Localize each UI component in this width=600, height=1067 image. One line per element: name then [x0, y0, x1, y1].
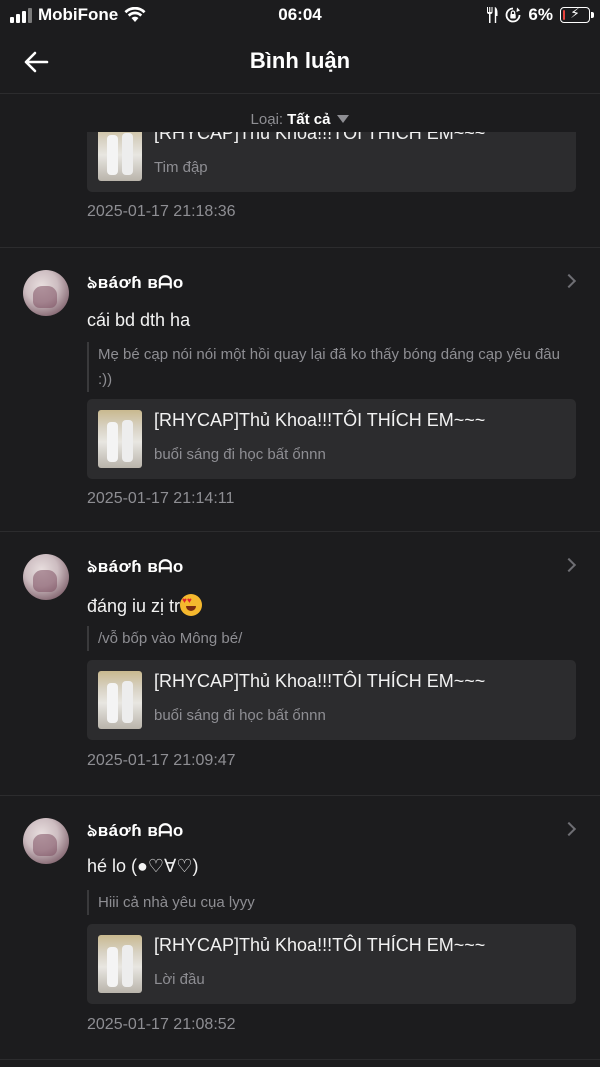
filter-label: Loại:: [250, 110, 284, 128]
comment-list[interactable]: [RHYCAP]Thủ Khoa!!!TÔI THÍCH EM~~~ Tim đ…: [0, 132, 600, 1067]
video-thumbnail: [98, 671, 142, 729]
comment-text: đáng iu zị tr: [87, 594, 203, 617]
video-card[interactable]: [RHYCAP]Thủ Khoa!!!TÔI THÍCH EM~~~ buổi …: [87, 399, 576, 479]
comment-item[interactable]: ঌʙáơɦ ʙᗩo đáng iu zị tr /vỗ bốp vào Mông…: [0, 532, 600, 796]
avatar[interactable]: [23, 270, 69, 316]
comment-timestamp: 2025-01-17 21:09:47: [87, 752, 236, 769]
comment-timestamp: 2025-01-17 21:14:11: [87, 490, 235, 507]
video-title: [RHYCAP]Thủ Khoa!!!TÔI THÍCH EM~~~: [154, 671, 486, 691]
filter-value: Tất cả: [287, 110, 331, 128]
video-subtitle: Tim đập: [154, 159, 208, 176]
status-bar: MobiFone 06:04 6% ⚡: [0, 0, 600, 32]
caret-down-icon: [337, 115, 350, 123]
video-thumbnail: [98, 410, 142, 468]
video-title: [RHYCAP]Thủ Khoa!!!TÔI THÍCH EM~~~: [154, 132, 486, 143]
video-card[interactable]: [RHYCAP]Thủ Khoa!!!TÔI THÍCH EM~~~ Tim đ…: [87, 132, 576, 192]
video-subtitle: Lời đầu: [154, 971, 205, 988]
comment-timestamp: 2025-01-17 21:18:36: [87, 203, 236, 220]
comment-timestamp: 2025-01-17 21:08:52: [87, 1016, 236, 1033]
comment-text-content: đáng iu zị tr: [87, 596, 181, 616]
username[interactable]: ঌʙáơɦ ʙᗩo: [87, 818, 184, 846]
video-title: [RHYCAP]Thủ Khoa!!!TÔI THÍCH EM~~~: [154, 935, 486, 955]
chevron-right-icon[interactable]: [561, 557, 577, 573]
rotation-lock-icon: [506, 7, 521, 23]
username[interactable]: ঌʙáơɦ ʙᗩo: [87, 270, 184, 298]
username[interactable]: ঌʙáơɦ ʙᗩo: [87, 554, 184, 582]
page-title: Bình luận: [249, 48, 351, 73]
type-filter-dropdown[interactable]: Loại: Tất cả: [0, 106, 600, 132]
video-subtitle: buổi sáng đi học bất ổnnn: [154, 446, 326, 463]
chevron-right-icon[interactable]: [561, 821, 577, 837]
video-subtitle: buổi sáng đi học bất ổnnn: [154, 707, 326, 724]
video-card[interactable]: [RHYCAP]Thủ Khoa!!!TÔI THÍCH EM~~~ buổi …: [87, 660, 576, 740]
comment-item[interactable]: [RHYCAP]Thủ Khoa!!!TÔI THÍCH EM~~~ Tim đ…: [0, 132, 600, 248]
battery-charging-icon: ⚡: [560, 5, 594, 23]
video-title: [RHYCAP]Thủ Khoa!!!TÔI THÍCH EM~~~: [154, 410, 486, 430]
quoted-comment: Mẹ bé cạp nói nói một hồi quay lại đã ko…: [87, 342, 577, 392]
video-thumbnail: [98, 132, 142, 181]
comment-item[interactable]: ঌʙáơɦ ʙᗩo hé lo (●♡∀♡) Hiii cả nhà yêu c…: [0, 796, 600, 1060]
heart-eyes-emoji-icon: [180, 594, 203, 616]
comment-item[interactable]: ঌʙáơɦ ʙᗩo cái bd dth ha Mẹ bé cạp nói nó…: [0, 248, 600, 532]
status-right: 6% ⚡: [486, 5, 594, 25]
battery-percent: 6%: [528, 5, 553, 24]
avatar[interactable]: [23, 818, 69, 864]
quoted-comment: /vỗ bốp vào Mông bé/: [87, 626, 577, 651]
nav-header: Bình luận: [0, 32, 600, 94]
charging-bolt-icon: ⚡: [570, 5, 580, 21]
comment-text: hé lo (●♡∀♡): [87, 856, 199, 876]
quoted-comment: Hiii cả nhà yêu cụa lyyy: [87, 890, 577, 915]
video-card[interactable]: [RHYCAP]Thủ Khoa!!!TÔI THÍCH EM~~~ Lời đ…: [87, 924, 576, 1004]
video-thumbnail: [98, 935, 142, 993]
comment-text: cái bd dth ha: [87, 310, 191, 330]
fork-knife-icon: [487, 7, 498, 23]
chevron-right-icon[interactable]: [561, 273, 577, 289]
avatar[interactable]: [23, 554, 69, 600]
